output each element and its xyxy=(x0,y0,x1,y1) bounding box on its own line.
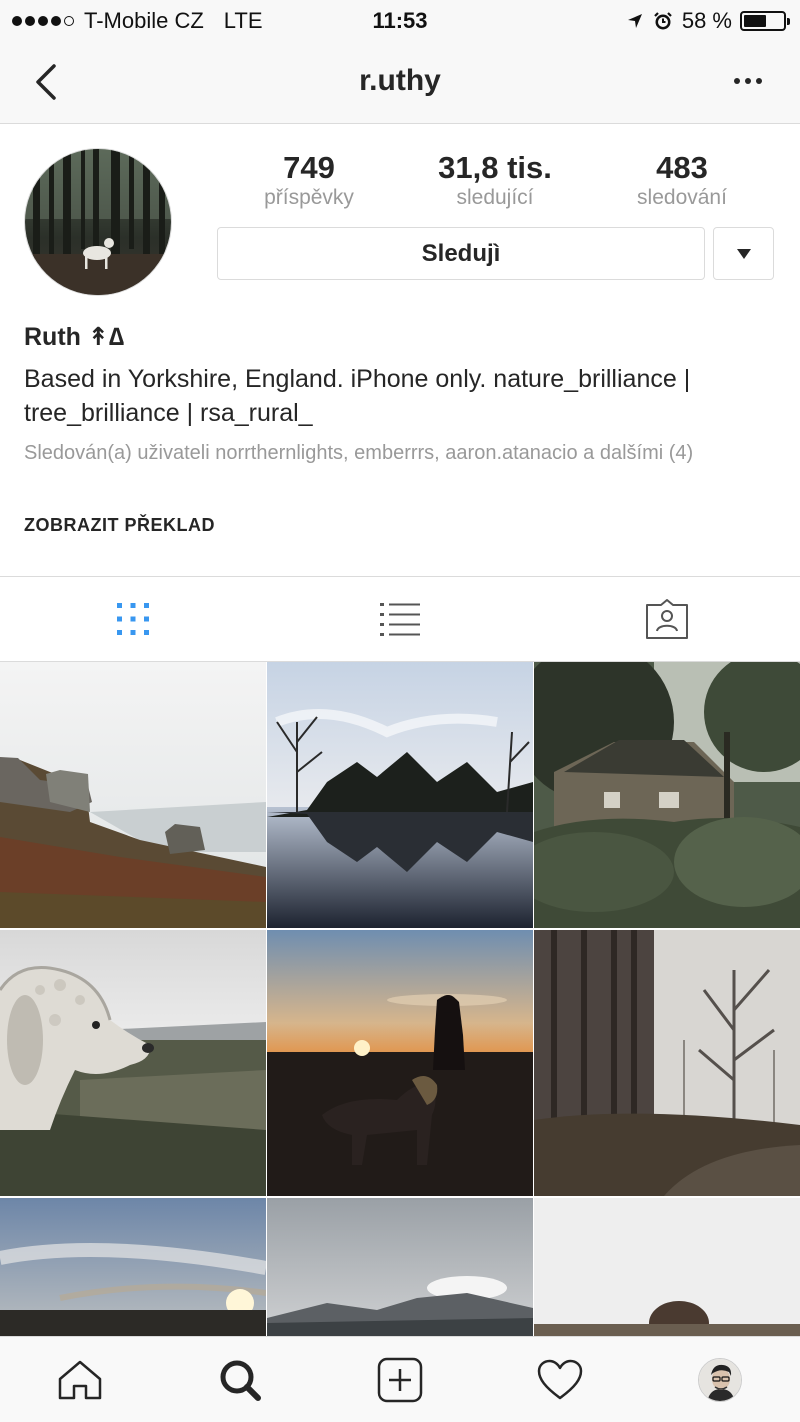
followed-by-text[interactable]: Sledován(a) uživateli norrthernlights, e… xyxy=(24,440,764,467)
stat-following[interactable]: 483 sledování xyxy=(588,150,776,210)
location-icon xyxy=(627,14,642,28)
status-right: 58 % xyxy=(626,8,790,34)
grid-photo[interactable] xyxy=(534,662,800,928)
profile-avatar xyxy=(698,1357,742,1402)
grid-photo[interactable] xyxy=(267,662,533,928)
stat-value: 483 xyxy=(656,150,708,185)
battery-percent: 58 % xyxy=(681,8,732,33)
nav-bar: r.uthy xyxy=(0,40,800,124)
heart-icon xyxy=(537,1359,583,1399)
grid-photo[interactable] xyxy=(0,1198,266,1336)
stat-posts[interactable]: 749 příspěvky xyxy=(216,150,402,210)
more-options-icon[interactable] xyxy=(734,78,762,84)
profile-avatar[interactable] xyxy=(24,148,172,296)
profile-stats: 749 příspěvky 31,8 tis. sledující 483 sl… xyxy=(216,150,776,210)
tagged-icon xyxy=(645,599,688,639)
profile-bio: Based in Yorkshire, England. iPhone only… xyxy=(24,365,691,427)
stat-value: 749 xyxy=(283,150,335,185)
grid-photo[interactable] xyxy=(267,1198,533,1336)
suggestions-dropdown-button[interactable] xyxy=(713,227,774,280)
more-dot xyxy=(756,78,762,84)
battery-icon xyxy=(740,11,790,31)
grid-photo[interactable] xyxy=(534,930,800,1196)
grid-photo[interactable] xyxy=(0,662,266,928)
tab-profile[interactable] xyxy=(640,1337,800,1422)
more-dot xyxy=(734,78,740,84)
following-button[interactable]: Sledujì xyxy=(217,227,705,280)
more-dot xyxy=(745,78,751,84)
grid-photo[interactable] xyxy=(267,930,533,1196)
grid-photo[interactable] xyxy=(534,1198,800,1336)
tab-grid[interactable] xyxy=(0,577,267,661)
photo-grid xyxy=(0,662,800,1336)
stat-label: sledující xyxy=(456,186,534,209)
battery-fill xyxy=(744,15,767,27)
bottom-tab-bar xyxy=(0,1336,800,1422)
grid-photo[interactable] xyxy=(0,930,266,1196)
profile-username: r.uthy xyxy=(359,64,441,97)
stat-label: sledování xyxy=(637,186,727,209)
alarm-icon xyxy=(654,12,672,30)
home-icon xyxy=(58,1360,102,1399)
list-icon xyxy=(380,603,420,636)
profile-view-tabs xyxy=(0,576,800,662)
caret-down-icon xyxy=(736,248,751,259)
stat-followers[interactable]: 31,8 tis. sledující xyxy=(402,150,588,210)
tab-search[interactable] xyxy=(160,1337,320,1422)
grid-icon xyxy=(117,603,150,635)
stat-label: příspěvky xyxy=(264,186,354,209)
tab-new-post[interactable] xyxy=(320,1337,480,1422)
show-translation-link[interactable]: ZOBRAZIT PŘEKLAD xyxy=(24,515,215,536)
status-bar: T-Mobile CZ LTE 11:53 58 % xyxy=(0,0,800,40)
search-icon xyxy=(220,1360,261,1401)
profile-full-name: Ruth ↟∆ xyxy=(24,323,125,351)
tab-activity[interactable] xyxy=(480,1337,640,1422)
add-post-icon xyxy=(377,1357,423,1402)
stat-value: 31,8 tis. xyxy=(438,150,552,185)
tab-list[interactable] xyxy=(267,577,534,661)
tab-tagged[interactable] xyxy=(533,577,800,661)
tab-home[interactable] xyxy=(0,1337,160,1422)
